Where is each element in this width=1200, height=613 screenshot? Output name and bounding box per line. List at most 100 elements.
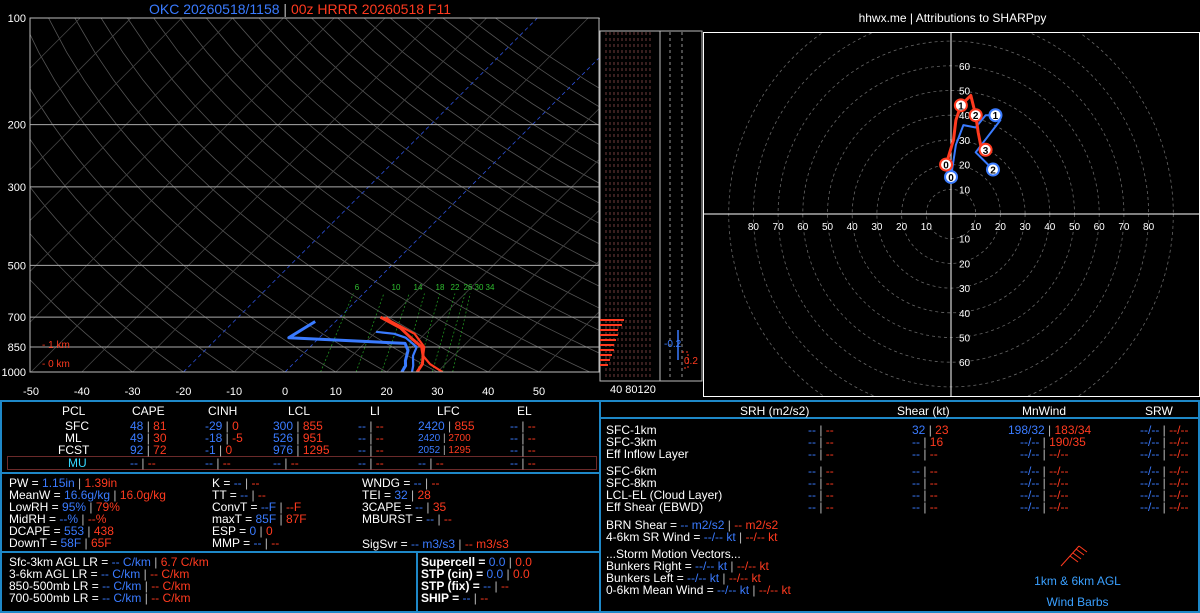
kin-srh: -- | -- xyxy=(808,501,834,514)
kin-mnwind: --/-- | --/-- xyxy=(1020,448,1068,461)
lapse-rate-3: 700-500mb LR = -- C/km | -- C/km xyxy=(9,592,191,605)
hodo-height-label: 0 xyxy=(943,161,949,172)
value-separator: | xyxy=(920,447,930,461)
parcel-lfc-obs: -- xyxy=(418,456,426,470)
value-separator: | xyxy=(426,456,436,470)
parcel-el-model: -- xyxy=(527,456,536,470)
parcel-li: -- | -- xyxy=(358,457,384,470)
isotherm xyxy=(487,259,600,372)
isotherm xyxy=(30,18,335,323)
value-separator: | xyxy=(366,456,376,470)
kin-shear: -- | -- xyxy=(912,501,938,514)
kin-mnwind: --/-- | --/-- xyxy=(1020,501,1068,514)
parcel-cape-model: 72 xyxy=(153,443,167,457)
kin-srw: --/-- | --/-- xyxy=(1140,501,1188,514)
barb-label-2: Wind Barbs xyxy=(1046,595,1109,609)
kin-srh-model: -- xyxy=(825,500,834,514)
value-separator: | xyxy=(735,530,746,544)
hodo-y-tick: 50 xyxy=(959,334,971,345)
index-sigsvr-obs: -- m3/s3 xyxy=(411,537,456,551)
hodo-x-tick: 40 xyxy=(1044,222,1056,233)
hodo-x-tick: 70 xyxy=(773,222,785,233)
parcel-divider xyxy=(2,472,599,474)
kin-srh: -- | -- xyxy=(808,448,834,461)
temperature-tick-label: -20 xyxy=(175,386,191,398)
parcel-li-model: -- xyxy=(375,456,384,470)
parcel-cinh-obs: -- xyxy=(205,456,213,470)
value-separator: | xyxy=(293,443,303,457)
mixing-ratio-label: 14 xyxy=(414,283,423,292)
mixing-ratio-line xyxy=(416,293,441,372)
kin-mnwind-model: --/-- xyxy=(1049,447,1069,461)
kinematic-header-3: SRW xyxy=(1145,404,1173,418)
index-mburst-obs: -- xyxy=(426,512,435,526)
hodo-height-label: 1 xyxy=(993,111,999,122)
dry-adiabat xyxy=(363,18,600,185)
isotherm xyxy=(233,18,589,372)
value-separator: | xyxy=(1039,500,1050,514)
hodo-height-label: 3 xyxy=(983,146,989,157)
composite-ship-model: -- xyxy=(480,591,489,605)
parcel-header-lcl: LCL xyxy=(288,404,311,418)
parcel-cinh-model: -5 xyxy=(232,431,243,445)
parcel-cape: -- | -- xyxy=(130,457,156,470)
hodo-y-tick: 10 xyxy=(959,185,971,196)
parcel-el: -- | -- xyxy=(510,457,536,470)
hodograph-plot-area: 80 70 60 50 40 30 20 10 10 20 30 40 50 60 70 8060504030… xyxy=(704,33,1199,396)
composite-stpfix-model: -- xyxy=(500,579,509,593)
pressure-tick-label: 200 xyxy=(8,120,26,132)
height-label: - 0 km xyxy=(42,359,70,370)
hodo-x-tick: 60 xyxy=(797,222,809,233)
hodo-x-tick: 80 xyxy=(748,222,760,233)
sr-wind-4-6km-label: 4-6km SR Wind = xyxy=(606,530,704,544)
kinematic-header-2: MnWind xyxy=(1022,404,1067,418)
isotherm xyxy=(30,18,183,171)
value-separator: | xyxy=(816,500,826,514)
parcel-header-li: LI xyxy=(370,404,381,418)
dry-adiabat xyxy=(390,18,600,165)
parcel-el-obs: -- xyxy=(510,443,518,457)
mixing-ratio-line xyxy=(320,293,354,372)
hodo-x-tick: 70 xyxy=(1118,222,1130,233)
hodo-x-tick: 50 xyxy=(822,222,834,233)
index-sigsvr-model: -- m3/s3 xyxy=(464,537,509,551)
value-separator: | xyxy=(366,443,376,457)
parcel-cinh-obs: -1 xyxy=(205,443,216,457)
kin-srh-obs: -- xyxy=(808,500,816,514)
parcel-header-cinh: CINH xyxy=(208,404,238,418)
composite-ship-label: SHIP = xyxy=(421,591,463,605)
hodo-x-tick: 20 xyxy=(896,222,908,233)
kin-srh-model: -- xyxy=(825,447,834,461)
value-separator: | xyxy=(920,500,930,514)
value-separator: | xyxy=(434,512,444,526)
hodo-y-tick: 60 xyxy=(959,358,971,369)
hodograph-chart: 80 70 60 50 40 30 20 10 10 20 30 40 50 60 70 8060504030… xyxy=(703,32,1200,397)
kinematic-row-name: Eff Shear (EBWD) xyxy=(606,500,704,514)
temperature-tick-label: 40 xyxy=(482,386,494,398)
parcel-header-lfc: LFC xyxy=(437,404,460,418)
parcel-lfc-obs: 2052 xyxy=(418,445,441,456)
dry-adiabat xyxy=(127,18,590,372)
storm-vector-2-obs: --/-- kt xyxy=(717,583,750,597)
hodo-x-tick: 60 xyxy=(1094,222,1106,233)
value-separator: | xyxy=(518,443,528,457)
mixing-ratio-label: 18 xyxy=(436,283,445,292)
parcel-row-name: MU xyxy=(68,456,87,470)
dry-adiabat xyxy=(30,138,286,372)
temperature-tick-label: 0 xyxy=(282,386,288,398)
parcel-lcl-obs: 976 xyxy=(273,443,294,457)
hodo-height-label: 2 xyxy=(990,166,996,177)
sr-wind-4-6km-model: --/-- kt xyxy=(745,530,778,544)
value-separator: | xyxy=(1159,447,1170,461)
index-mburst: MBURST = -- | -- xyxy=(362,513,452,526)
value-separator: | xyxy=(213,456,223,470)
kin-srw-model: --/-- xyxy=(1169,447,1189,461)
value-separator: | xyxy=(261,536,272,550)
value-separator: | xyxy=(470,591,481,605)
index-downt-model: 65F xyxy=(90,536,112,550)
index-downt: DownT = 58F | 65F xyxy=(9,537,112,550)
lapse-rate-3-model: -- C/km xyxy=(151,591,191,605)
parcel-header-pcl: PCL xyxy=(62,404,86,418)
hodo-x-tick: 30 xyxy=(871,222,883,233)
hodo-y-tick: 30 xyxy=(959,284,971,295)
